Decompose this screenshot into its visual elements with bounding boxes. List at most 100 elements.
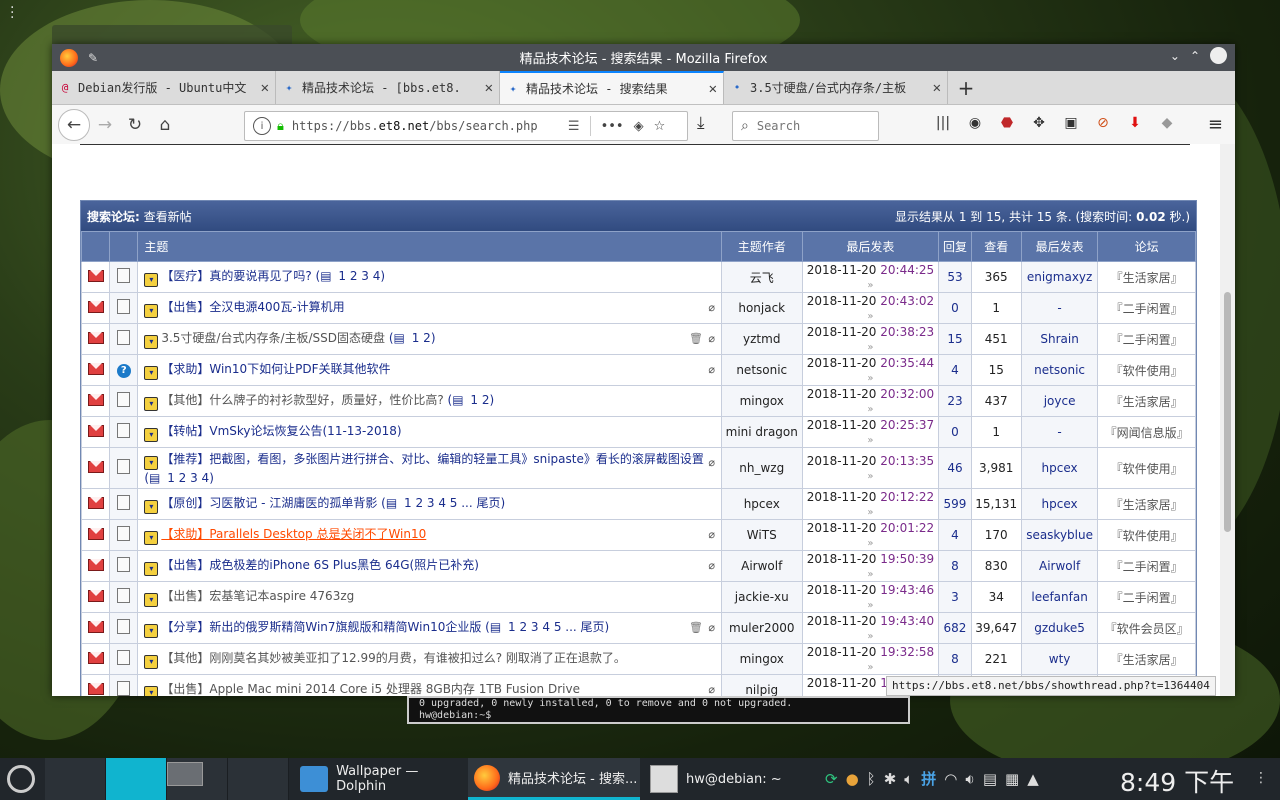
- col-forum[interactable]: 论坛: [1097, 231, 1196, 262]
- col-last-post[interactable]: 最后发表: [801, 231, 940, 262]
- topic-link[interactable]: 全汉电源400瓦-计算机用: [209, 300, 344, 314]
- go-last-post-icon[interactable]: »: [867, 373, 873, 384]
- forum-cell[interactable]: 『二手闲置』: [1097, 292, 1196, 324]
- pin-icon[interactable]: ✎: [88, 51, 98, 65]
- col-author[interactable]: 主题作者: [721, 231, 803, 262]
- new-post-icon[interactable]: ▾: [144, 427, 159, 442]
- table-row[interactable]: ▾ 【求助】Parallels Desktop 总是关闭不了Win10 ⌀ WiTS 2…: [80, 519, 1196, 551]
- input-method-icon[interactable]: 拼: [921, 768, 936, 789]
- title-bar[interactable]: ✎ 精品技术论坛 - 搜索结果 - Mozilla Firefox ⌄ ⌃ ✕: [52, 44, 1235, 71]
- page-links[interactable]: 1 2 3 4 5 ... 尾页: [508, 620, 605, 634]
- forum-cell[interactable]: 『软件会员区』: [1097, 612, 1196, 644]
- library-icon[interactable]: |||: [932, 112, 954, 134]
- author-cell[interactable]: jackie-xu: [721, 581, 803, 613]
- topic-link[interactable]: Apple Mac mini 2014 Core i5 处理器 8GB内存 1T…: [209, 682, 580, 696]
- go-last-post-icon[interactable]: »: [867, 342, 873, 353]
- table-row[interactable]: ▾ 【原创】习医散记 - 江湖庸医的孤单背影 (▤ 1 2 3 4 5 ... 尾…: [80, 488, 1196, 520]
- topic-link[interactable]: 刚刚莫名其妙被美亚扣了12.99的月费，有谁被扣过么? 刚取消了正在退款了。: [209, 651, 626, 665]
- extension-icon[interactable]: ◆: [1156, 112, 1178, 134]
- author-cell[interactable]: mingox: [721, 385, 803, 417]
- author-cell[interactable]: honjack: [721, 292, 803, 324]
- move-icon[interactable]: ✥: [1028, 112, 1050, 134]
- author-cell[interactable]: Airwolf: [721, 550, 803, 582]
- panel-menu-icon[interactable]: ⋮: [1254, 770, 1268, 786]
- volume-2-icon[interactable]: 🔉︎: [965, 770, 974, 788]
- new-post-icon[interactable]: ▾: [144, 654, 159, 669]
- new-post-icon[interactable]: ▾: [144, 499, 159, 514]
- incognito-icon[interactable]: ◉: [964, 112, 986, 134]
- bookmark-star-icon[interactable]: ☆: [654, 119, 666, 134]
- new-post-icon[interactable]: ▾: [144, 685, 159, 696]
- author-cell[interactable]: netsonic: [721, 354, 803, 386]
- task-terminal[interactable]: hw@debian: ~: [644, 758, 824, 800]
- table-row[interactable]: ▾ 【推荐】把截图，看图，多张图片进行拼合、对比、编辑的轻量工具》snipaste…: [80, 447, 1196, 489]
- author-cell[interactable]: yztmd: [721, 323, 803, 355]
- close-button[interactable]: ✕: [1210, 47, 1227, 64]
- app-launcher-icon[interactable]: [7, 765, 35, 793]
- go-last-post-icon[interactable]: »: [867, 507, 873, 518]
- task-firefox[interactable]: 精品技术论坛 - 搜索...: [468, 758, 640, 800]
- go-last-post-icon[interactable]: »: [867, 600, 873, 611]
- reload-button[interactable]: ↻: [120, 110, 150, 140]
- desktop-3[interactable]: [167, 758, 228, 800]
- download-icon[interactable]: ⤓: [697, 113, 705, 133]
- desktop-4[interactable]: [228, 758, 289, 800]
- volume-icon[interactable]: 🔈︎: [904, 770, 913, 788]
- topic-link[interactable]: VmSky论坛恢复公告(11-13-2018): [209, 424, 401, 438]
- new-post-icon[interactable]: ▾: [144, 334, 159, 349]
- col-topic[interactable]: 主题: [137, 231, 722, 262]
- go-last-post-icon[interactable]: »: [867, 631, 873, 642]
- forum-cell[interactable]: 『生活家居』: [1097, 643, 1196, 675]
- notifications-icon[interactable]: ▦: [1005, 770, 1019, 788]
- topic-link[interactable]: Parallels Desktop 总是关闭不了Win10: [209, 527, 426, 541]
- task-dolphin[interactable]: Wallpaper — Dolphin: [294, 758, 464, 800]
- forum-cell[interactable]: 『二手闲置』: [1097, 581, 1196, 613]
- page-links[interactable]: 1 2 3 4 5 ... 尾页: [404, 496, 501, 510]
- search-box[interactable]: ⌕: [732, 111, 879, 141]
- table-row[interactable]: ▾ 【医疗】真的要说再见了吗? (▤ 1 2 3 4) 云飞 2018-11-20 2…: [80, 261, 1196, 293]
- table-row[interactable]: ? ▾ 【求助】Win10下如何让PDF关联其他软件 ⌀ netsonic 2018-11…: [80, 354, 1196, 386]
- home-button[interactable]: ⌂: [150, 110, 180, 140]
- minimize-button[interactable]: ⌄: [1170, 49, 1180, 63]
- new-post-icon[interactable]: ▾: [144, 623, 159, 638]
- wifi-icon[interactable]: ◠: [944, 770, 957, 788]
- go-last-post-icon[interactable]: »: [867, 435, 873, 446]
- author-cell[interactable]: nh_wzg: [721, 447, 803, 489]
- go-last-post-icon[interactable]: »: [867, 569, 873, 580]
- desktop-1[interactable]: [45, 758, 106, 800]
- new-post-icon[interactable]: ▾: [144, 561, 159, 576]
- col-replies[interactable]: 回复: [938, 231, 972, 262]
- go-last-post-icon[interactable]: »: [867, 280, 873, 291]
- view-new-posts-link[interactable]: 查看新帖: [144, 210, 192, 224]
- topic-link[interactable]: 新出的俄罗斯精简Win7旗舰版和精简Win10企业版: [209, 620, 481, 634]
- info-icon[interactable]: i: [253, 117, 271, 135]
- new-post-icon[interactable]: ▾: [144, 396, 159, 411]
- author-cell[interactable]: WiTS: [721, 519, 803, 551]
- reader-view-icon[interactable]: ☰: [568, 119, 580, 134]
- tray-expand-icon[interactable]: ▲: [1027, 770, 1039, 788]
- no-script-icon[interactable]: ⊘: [1092, 112, 1114, 134]
- desktop-2[interactable]: [106, 758, 167, 800]
- topic-link[interactable]: 宏基笔记本aspire 4763zg: [209, 589, 354, 603]
- maximize-button[interactable]: ⌃: [1190, 49, 1200, 63]
- tab-close-icon[interactable]: ✕: [261, 80, 269, 96]
- table-row[interactable]: ▾ 【出售】成色极差的iPhone 6S Plus黑色 64G(照片已补充) ⌀ Ai…: [80, 550, 1196, 582]
- go-last-post-icon[interactable]: »: [867, 662, 873, 673]
- desktop-menu-icon[interactable]: · · ·: [10, 1, 14, 25]
- go-last-post-icon[interactable]: »: [867, 404, 873, 415]
- tab-close-icon[interactable]: ✕: [933, 80, 941, 96]
- forum-cell[interactable]: 『软件使用』: [1097, 519, 1196, 551]
- table-row[interactable]: ▾ 【出售】全汉电源400瓦-计算机用 ⌀ honjack 2018-11-20 20:…: [80, 292, 1196, 324]
- tab-close-icon[interactable]: ✕: [485, 80, 493, 96]
- forum-cell[interactable]: 『软件使用』: [1097, 354, 1196, 386]
- url-bar[interactable]: i 🔒︎ https://bbs.et8.net/bbs/search.php …: [244, 111, 688, 141]
- col-views[interactable]: 查看: [970, 231, 1022, 262]
- search-input[interactable]: [754, 118, 869, 134]
- page-links[interactable]: 1 2: [412, 331, 431, 345]
- adblock-icon[interactable]: ⬣: [996, 112, 1018, 134]
- new-post-icon[interactable]: ▾: [144, 592, 159, 607]
- table-row[interactable]: ▾ 【转帖】VmSky论坛恢复公告(11-13-2018) mini dragon 2…: [80, 416, 1196, 448]
- clock[interactable]: 8:49 下午: [1120, 763, 1234, 799]
- table-row[interactable]: ▾ 3.5寸硬盘/台式内存条/主板/SSD固态硬盘 (▤ 1 2) 🗑︎ ⌀ yztmd…: [80, 323, 1196, 355]
- hamburger-menu-icon[interactable]: ≡: [1208, 114, 1223, 135]
